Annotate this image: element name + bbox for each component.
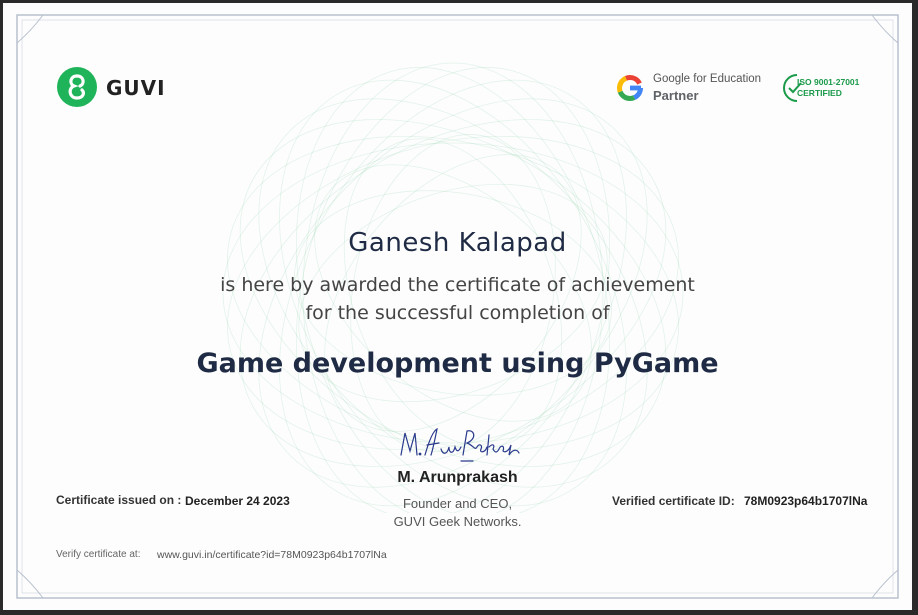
award-statement-line-2: for the successful completion of [305,302,610,324]
signatory-name: M. Arunprakash [397,469,518,486]
iso-line-2: CERTIFIED [797,88,842,98]
guvi-wordmark: GUVI [106,76,166,100]
partner-line-2: Partner [653,88,699,103]
recipient-name: Ganesh Kalapad [348,228,567,258]
certificate-id-value: 78M0923p64b1707lNa [744,494,868,508]
signatory-organization: GUVI Geek Networks. [393,514,522,529]
iso-line-1: ISO 9001-27001 [797,77,860,87]
google-g-icon [617,75,643,101]
verify-url-link[interactable]: www.guvi.in/certificate?id=78M0923p64b17… [157,549,387,561]
certificate: GUVI Google for Education Partner ISO 90… [3,3,912,610]
award-statement-line-1: is here by awarded the certificate of ac… [220,274,695,296]
verify-label: Verify certificate at: [56,549,141,560]
issue-date-label: Certificate issued on : [56,493,182,507]
signature-image [400,427,520,462]
course-title: Game development using PyGame [196,348,719,379]
partner-line-1: Google for Education [653,73,762,85]
guvi-logo-icon [57,67,97,107]
issue-date-value: December 24 2023 [185,494,290,508]
certificate-id-label: Verified certificate ID: [612,494,735,508]
